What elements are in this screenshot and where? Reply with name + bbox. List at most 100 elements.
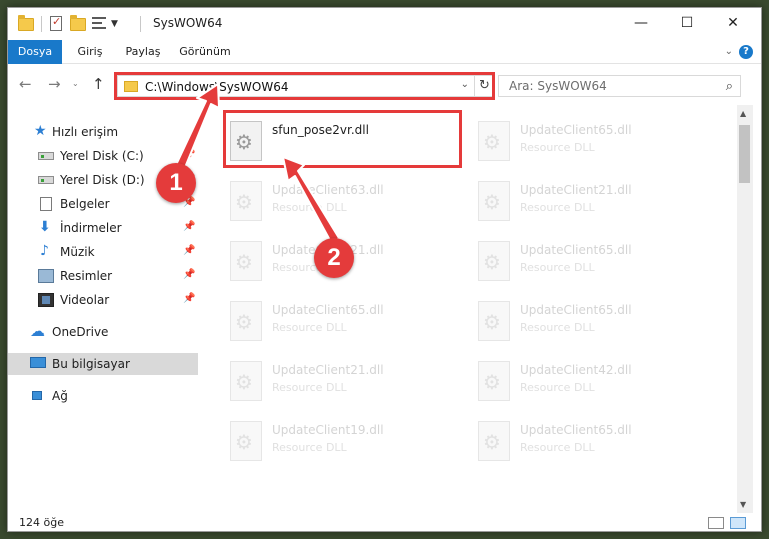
download-icon: ⬇	[39, 219, 51, 235]
tab-paylas[interactable]: Paylaş	[118, 40, 168, 64]
explorer-window: ▼ SysWOW64 — ☐ ✕ Dosya Giriş Paylaş Görü…	[7, 7, 762, 532]
file-type: Resource DLL	[272, 441, 347, 454]
cloud-icon: ☁	[30, 322, 45, 340]
maximize-button[interactable]: ☐	[664, 8, 710, 38]
sidebar-item-label: OneDrive	[52, 325, 109, 339]
close-button[interactable]: ✕	[710, 8, 756, 38]
details-view-icon[interactable]	[708, 517, 724, 529]
tab-dosya[interactable]: Dosya	[8, 40, 62, 64]
pin-icon[interactable]: 📌	[183, 149, 195, 160]
forward-button[interactable]: →	[48, 75, 61, 93]
dll-file-icon	[478, 181, 510, 221]
file-name: sfun_pose2vr.dll	[272, 123, 369, 137]
search-box[interactable]: ⌕	[498, 75, 741, 97]
sidebar-item-music[interactable]: ♪ Müzik 📌	[8, 241, 198, 263]
file-item-selected[interactable]: sfun_pose2vr.dll	[226, 115, 466, 171]
file-item[interactable]: UpdateClient65.dll Resource DLL	[474, 295, 714, 351]
properties-list-icon[interactable]	[92, 16, 108, 32]
pin-icon[interactable]: 📌	[183, 245, 195, 256]
file-item[interactable]: UpdateClient21.dll Resource DLL	[226, 355, 466, 411]
file-item[interactable]: UpdateClient65.dll Resource DLL	[474, 115, 714, 171]
help-icon[interactable]: ?	[739, 45, 753, 59]
file-name: UpdateClient21.dll	[520, 183, 632, 197]
address-dropdown-icon[interactable]: ⌄	[461, 79, 469, 90]
file-name: UpdateClient63.dll	[272, 183, 384, 197]
file-name: UpdateClient19.dll	[272, 423, 384, 437]
address-path[interactable]: C:\Windows\SysWOW64	[145, 80, 289, 94]
pin-icon[interactable]: 📌	[183, 293, 195, 304]
scrollbar-thumb[interactable]	[739, 125, 750, 183]
pin-icon[interactable]: 📌	[183, 221, 195, 232]
dll-file-icon	[230, 361, 262, 401]
step-1-badge: 1	[156, 163, 196, 203]
folder-icon	[124, 81, 138, 92]
sidebar-item-this-pc[interactable]: Bu bilgisayar	[8, 353, 198, 375]
dll-file-icon	[478, 361, 510, 401]
file-name: UpdateClient42.dll	[520, 363, 632, 377]
item-count: 124 öğe	[19, 516, 64, 529]
file-item[interactable]: UpdateClient21.dll Resource DLL	[474, 175, 714, 231]
pictures-icon	[38, 269, 54, 283]
videos-icon	[38, 293, 54, 307]
sidebar-item-pictures[interactable]: Resimler 📌	[8, 265, 198, 287]
file-item[interactable]: UpdateClient63.dll Resource DLL	[226, 175, 466, 231]
star-icon: ★	[34, 123, 47, 139]
file-type: Resource DLL	[272, 201, 347, 214]
file-item[interactable]: UpdateClient19.dll Resource DLL	[226, 415, 466, 471]
music-icon: ♪	[40, 243, 49, 259]
dll-file-icon	[230, 301, 262, 341]
address-bar[interactable]: C:\Windows\SysWOW64 ⌄	[117, 75, 475, 97]
vertical-scrollbar[interactable]: ▲ ▼	[737, 105, 753, 513]
file-type: Resource DLL	[520, 381, 595, 394]
file-item[interactable]: UpdateClient42.dll Resource DLL	[474, 355, 714, 411]
quick-access-dropdown-icon[interactable]: ▼	[111, 19, 118, 29]
sidebar-item-onedrive[interactable]: ☁ OneDrive	[8, 321, 198, 343]
sidebar-item-label: İndirmeler	[60, 221, 122, 235]
tiles-view-icon[interactable]	[730, 517, 746, 529]
title-bar: ▼ SysWOW64 — ☐ ✕	[8, 8, 761, 40]
tab-giris[interactable]: Giriş	[64, 40, 116, 64]
drive-icon	[38, 176, 54, 184]
properties-check-icon[interactable]	[50, 15, 62, 32]
search-input[interactable]	[499, 76, 714, 96]
file-type: Resource DLL	[520, 201, 595, 214]
file-item[interactable]: UpdateClient65.dll Resource DLL	[474, 415, 714, 471]
back-button[interactable]: ←	[19, 75, 32, 93]
sidebar-item-label: Videolar	[60, 293, 110, 307]
dll-file-icon	[230, 421, 262, 461]
sidebar-item-network[interactable]: Ağ	[8, 385, 198, 407]
file-type: Resource DLL	[520, 441, 595, 454]
window-title: SysWOW64	[153, 16, 223, 30]
file-type: Resource DLL	[520, 321, 595, 334]
dll-file-icon	[478, 421, 510, 461]
dll-file-icon	[478, 241, 510, 281]
pin-icon[interactable]: 📌	[183, 269, 195, 280]
up-button[interactable]: ↑	[92, 75, 105, 93]
sidebar-item-videos[interactable]: Videolar 📌	[8, 289, 198, 311]
dll-file-icon	[230, 181, 262, 221]
file-name: UpdateClient65.dll	[520, 423, 632, 437]
folder-icon	[18, 15, 34, 32]
minimize-button[interactable]: —	[618, 8, 664, 38]
scroll-up-icon[interactable]: ▲	[740, 109, 746, 118]
file-item[interactable]: UpdateClient65.dll Resource DLL	[474, 235, 714, 291]
computer-icon	[30, 357, 46, 368]
sidebar-item-label: Bu bilgisayar	[52, 357, 130, 371]
sidebar-item-downloads[interactable]: ⬇ İndirmeler 📌	[8, 217, 198, 239]
sidebar-item-label: Ağ	[52, 389, 68, 403]
dll-file-icon	[230, 121, 262, 161]
file-name: UpdateClient21.dll	[272, 363, 384, 377]
new-folder-icon[interactable]	[70, 15, 86, 32]
sidebar-item-quick-access[interactable]: ★ Hızlı erişim	[8, 121, 198, 143]
dll-file-icon	[478, 301, 510, 341]
refresh-button[interactable]: ↻	[475, 75, 495, 97]
search-icon[interactable]: ⌕	[726, 79, 733, 94]
file-type: Resource DLL	[272, 381, 347, 394]
scroll-down-icon[interactable]: ▼	[740, 500, 746, 509]
file-item[interactable]: UpdateClient65.dll Resource DLL	[226, 295, 466, 351]
recent-locations-dropdown[interactable]: ⌄	[72, 79, 79, 88]
drive-icon	[38, 152, 54, 160]
file-name: UpdateClient65.dll	[520, 303, 632, 317]
tab-gorunum[interactable]: Görünüm	[170, 40, 240, 64]
ribbon-expand-icon[interactable]: ⌄	[725, 46, 733, 57]
